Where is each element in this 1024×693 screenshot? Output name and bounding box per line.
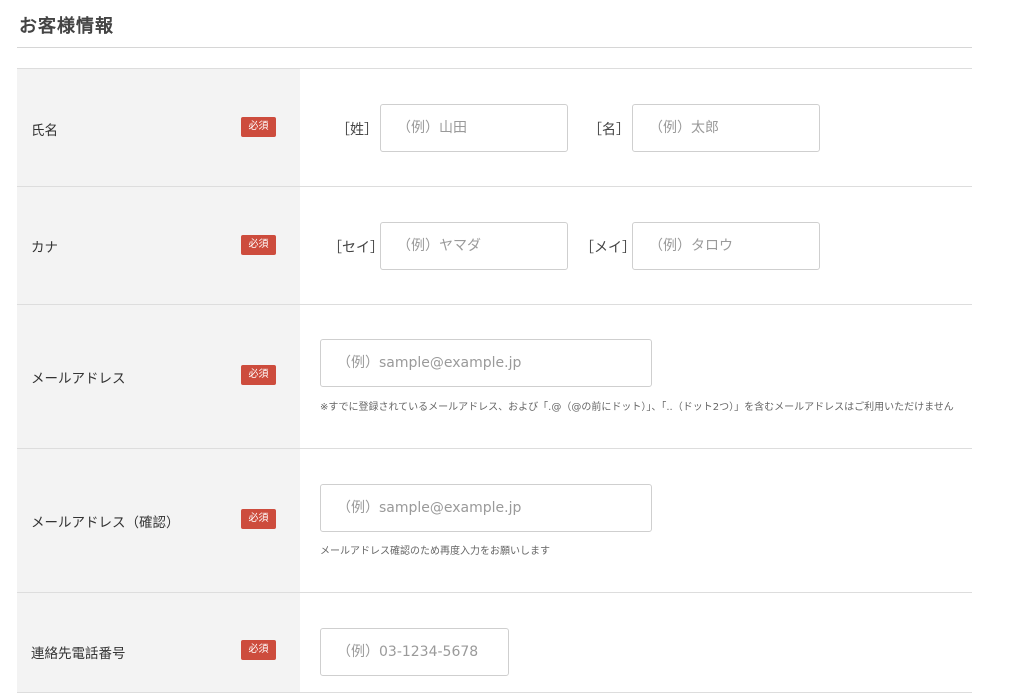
row-email-confirm: メールアドレス（確認） 必須 メールアドレス確認のため再度入力をお願いします: [17, 449, 972, 593]
email-note: ※すでに登録されているメールアドレス、および「.@（@の前にドット）」、「..（…: [320, 402, 954, 413]
first-kana-input[interactable]: [632, 222, 820, 270]
customer-info-form: 氏名 必須 ［姓］ ［名］ カナ 必須 ［セイ］ ［メイ］ メールアドレス 必須: [17, 68, 972, 693]
email-confirm-note: メールアドレス確認のため再度入力をお願いします: [320, 546, 550, 557]
label-email: メールアドレス: [31, 371, 126, 387]
title-divider: [17, 47, 972, 48]
section-title: お客様情報: [19, 16, 114, 37]
required-badge: 必須: [241, 640, 276, 660]
row-email: メールアドレス 必須 ※すでに登録されているメールアドレス、および「.@（@の前…: [17, 305, 972, 449]
last-name-prefix: ［姓］: [336, 122, 378, 138]
required-badge: 必須: [241, 235, 276, 255]
email-confirm-input[interactable]: [320, 484, 652, 532]
label-kana: カナ: [31, 240, 58, 256]
label-cell-name: 氏名 必須: [17, 69, 300, 186]
row-kana: カナ 必須 ［セイ］ ［メイ］: [17, 187, 972, 305]
first-name-prefix: ［名］: [588, 122, 630, 138]
label-cell-kana: カナ 必須: [17, 187, 300, 304]
field-cell-name: ［姓］ ［名］: [300, 69, 972, 186]
phone-input[interactable]: [320, 628, 509, 676]
last-kana-input[interactable]: [380, 222, 568, 270]
label-cell-email: メールアドレス 必須: [17, 305, 300, 448]
row-name: 氏名 必須 ［姓］ ［名］: [17, 69, 972, 187]
first-name-input[interactable]: [632, 104, 820, 152]
row-phone: 連絡先電話番号 必須: [17, 593, 972, 693]
label-email-confirm: メールアドレス（確認）: [31, 515, 180, 531]
field-cell-kana: ［セイ］ ［メイ］: [300, 187, 972, 304]
required-badge: 必須: [241, 365, 276, 385]
first-kana-prefix: ［メイ］: [580, 240, 636, 256]
field-cell-phone: [300, 593, 972, 692]
field-cell-email: ※すでに登録されているメールアドレス、および「.@（@の前にドット）」、「..（…: [300, 305, 972, 448]
required-badge: 必須: [241, 509, 276, 529]
label-name: 氏名: [31, 123, 58, 139]
field-cell-email-confirm: メールアドレス確認のため再度入力をお願いします: [300, 449, 972, 592]
last-name-input[interactable]: [380, 104, 568, 152]
last-kana-prefix: ［セイ］: [328, 240, 384, 256]
email-input[interactable]: [320, 339, 652, 387]
label-cell-email-confirm: メールアドレス（確認） 必須: [17, 449, 300, 592]
label-phone: 連絡先電話番号: [31, 646, 126, 662]
required-badge: 必須: [241, 117, 276, 137]
label-cell-phone: 連絡先電話番号 必須: [17, 593, 300, 692]
